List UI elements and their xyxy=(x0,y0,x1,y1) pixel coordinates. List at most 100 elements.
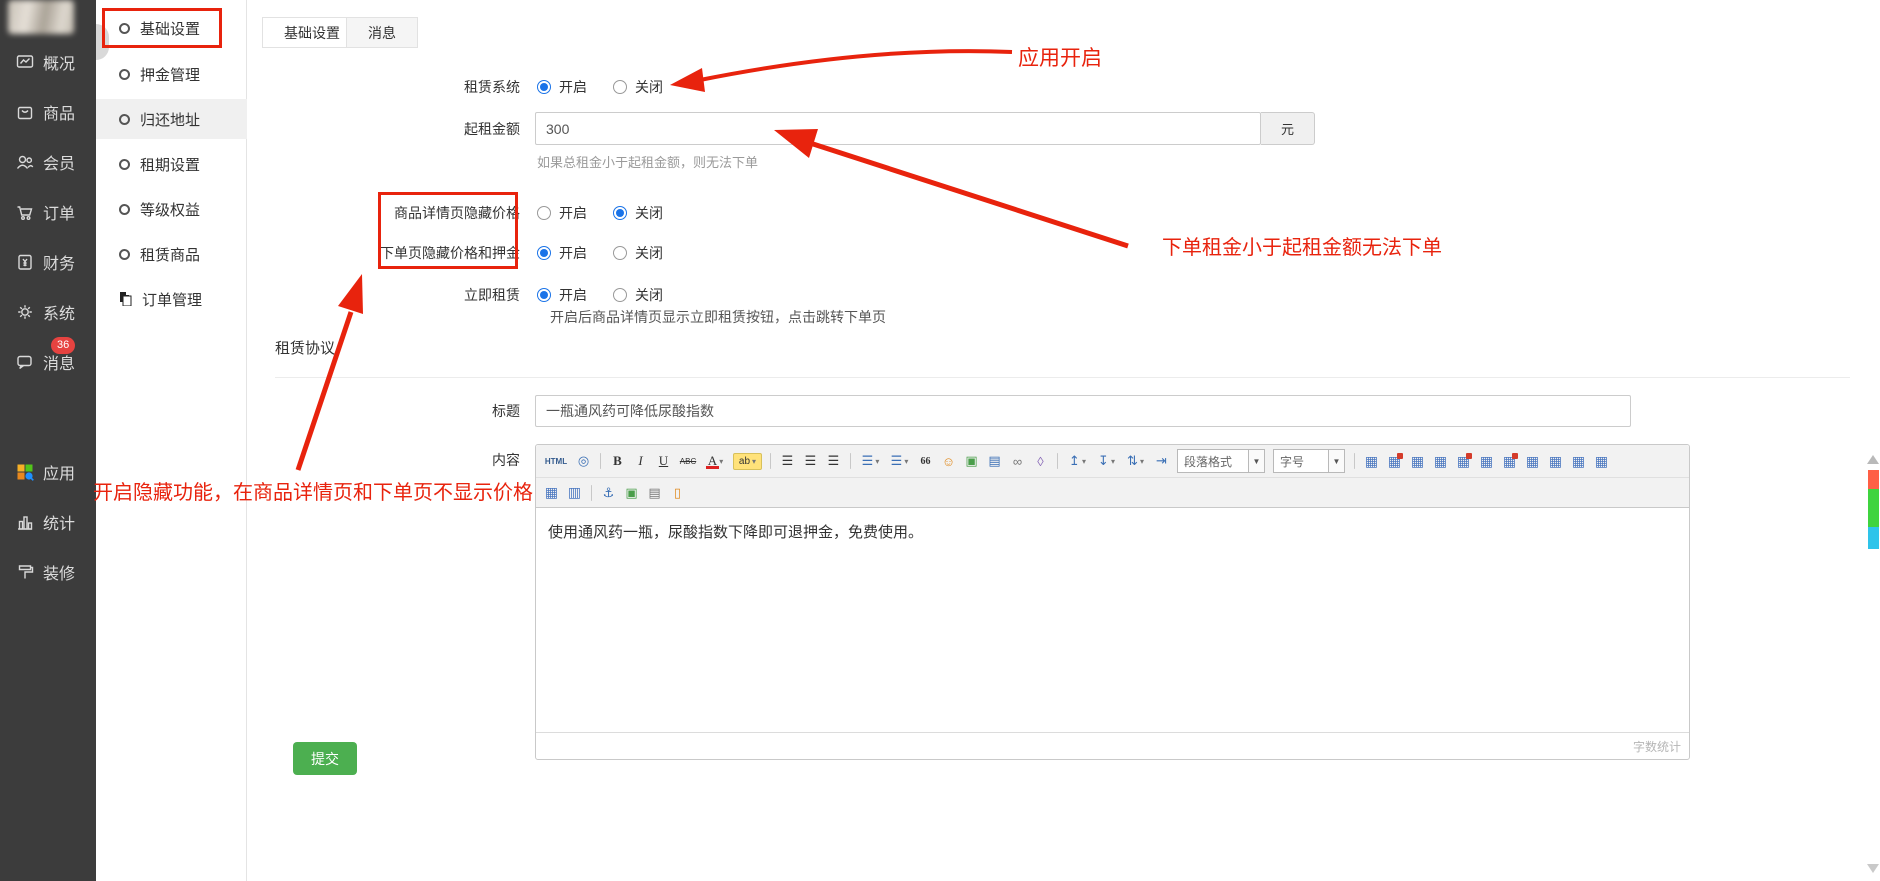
scroll-up-arrow[interactable] xyxy=(1867,455,1879,464)
insert-row-above-icon[interactable]: ▦ xyxy=(1430,451,1451,471)
section-title-agreement: 租赁协议 xyxy=(275,337,335,358)
submenu-item-basic-settings[interactable]: 基础设置 xyxy=(96,8,247,48)
submit-button[interactable]: 提交 xyxy=(293,742,357,775)
agreement-title-input[interactable] xyxy=(535,395,1631,427)
indent-icon[interactable]: ⇥ xyxy=(1151,451,1172,471)
table-props-icon[interactable]: ▦ xyxy=(1407,451,1428,471)
radio-hide-order-on[interactable] xyxy=(537,246,551,260)
delete-table-icon[interactable]: ▦ xyxy=(1384,451,1405,471)
form-row-hide-price-order: 下单页隐藏价格和押金 开启 关闭 xyxy=(0,239,681,267)
radio-instant-on[interactable] xyxy=(537,288,551,302)
annotation-app-enabled: 应用开启 xyxy=(1018,42,1102,72)
separator[interactable] xyxy=(1057,453,1058,469)
submenu-item-label: 租期设置 xyxy=(140,154,200,175)
field-label: 租赁系统 xyxy=(0,77,520,97)
separator[interactable] xyxy=(1354,453,1355,469)
field-label: 起租金额 xyxy=(0,119,520,139)
sidebar-item-statistics[interactable]: 统计 xyxy=(0,502,96,542)
scroll-down-arrow[interactable] xyxy=(1867,864,1879,873)
font-color-icon[interactable]: A xyxy=(702,451,729,471)
form-row-rent-system: 租赁系统 开启 关闭 xyxy=(0,73,681,101)
radio-label[interactable]: 关闭 xyxy=(635,203,663,223)
table-col-icon[interactable]: ▥ xyxy=(564,483,585,503)
preview-icon[interactable]: ◎ xyxy=(573,451,594,471)
sidebar-item-decorate[interactable]: 装修 xyxy=(0,552,96,592)
strikethrough-icon[interactable]: ABC xyxy=(676,451,700,471)
italic-icon[interactable]: I xyxy=(630,451,651,471)
highlight-icon[interactable]: ab xyxy=(733,453,762,470)
editor-toolbar-row1: HTML◎BIUABCAab☰☰☰☰☰66☺▣▤∞◊↥↧⇅⇥ 段落格式 ▼ 字号… xyxy=(536,445,1689,478)
align-center-icon[interactable]: ☰ xyxy=(800,451,821,471)
radio-label[interactable]: 关闭 xyxy=(635,243,663,263)
field-label: 商品详情页隐藏价格 xyxy=(0,203,520,223)
remove-format-icon[interactable]: ◊ xyxy=(1030,451,1051,471)
insert-table-icon[interactable]: ▦ xyxy=(1361,451,1382,471)
emoticon-icon[interactable]: ☺ xyxy=(938,451,959,471)
spacing-bottom-icon[interactable]: ↧ xyxy=(1093,451,1120,471)
editor-content-area[interactable]: 使用通风药一瓶，尿酸指数下降即可退押金，免费使用。 xyxy=(536,508,1689,732)
decorate-icon xyxy=(15,562,35,582)
unordered-list-icon[interactable]: ☰ xyxy=(886,451,913,471)
radio-label[interactable]: 开启 xyxy=(559,243,587,263)
bold-icon[interactable]: B xyxy=(607,451,628,471)
tab-messages[interactable]: 消息 xyxy=(346,17,418,48)
submenu-item-lease-term[interactable]: 租期设置 xyxy=(96,144,247,184)
insert-col-right-icon[interactable]: ▦ xyxy=(1545,451,1566,471)
separator[interactable] xyxy=(600,453,601,469)
radio-label[interactable]: 开启 xyxy=(559,77,587,97)
align-right-icon[interactable]: ☰ xyxy=(823,451,844,471)
insert-col-left-icon[interactable]: ▦ xyxy=(1476,451,1497,471)
submenu-item-label: 基础设置 xyxy=(140,18,200,39)
radio-label[interactable]: 开启 xyxy=(559,285,587,305)
circle-icon xyxy=(119,23,130,34)
radio-instant-off[interactable] xyxy=(613,288,627,302)
form-row-instant-rent: 立即租赁 开启 关闭 xyxy=(0,281,681,309)
paste-icon[interactable]: ▯ xyxy=(667,483,688,503)
insert-row-below-icon[interactable]: ▦ xyxy=(1568,451,1589,471)
radio-hide-order-off[interactable] xyxy=(613,246,627,260)
link-icon[interactable]: ∞ xyxy=(1007,451,1028,471)
spacing-top-icon[interactable]: ↥ xyxy=(1064,451,1091,471)
font-size-select[interactable]: 字号 ▼ xyxy=(1273,449,1345,473)
min-rent-input[interactable] xyxy=(535,112,1261,145)
html-source-icon[interactable]: HTML xyxy=(541,451,571,471)
field-label: 标题 xyxy=(0,401,520,421)
form-row-min-rent: 起租金额 元 xyxy=(0,112,1315,145)
align-left-icon[interactable]: ☰ xyxy=(777,451,798,471)
scrollbar-mark-green[interactable] xyxy=(1868,489,1879,527)
scrollbar-mark-cyan[interactable] xyxy=(1868,527,1879,549)
print-icon[interactable]: ▤ xyxy=(644,483,665,503)
insert-media-icon[interactable]: ▤ xyxy=(984,451,1005,471)
table-alt-icon[interactable]: ▦ xyxy=(541,483,562,503)
annotation-min-rent-note: 下单租金小于起租金额无法下单 xyxy=(1162,231,1442,260)
section-divider xyxy=(275,377,1850,378)
map-image-icon[interactable]: ▣ xyxy=(621,483,642,503)
scrollbar-mark-red[interactable] xyxy=(1868,470,1879,489)
underline-icon[interactable]: U xyxy=(653,451,674,471)
field-label: 下单页隐藏价格和押金 xyxy=(0,243,520,263)
cell-props-icon[interactable]: ▦ xyxy=(1522,451,1543,471)
sidebar-item-members[interactable]: 会员 xyxy=(0,142,96,182)
paragraph-format-select[interactable]: 段落格式 ▼ xyxy=(1177,449,1265,473)
separator[interactable] xyxy=(850,453,851,469)
anchor-icon[interactable]: ⚓ xyxy=(598,483,619,503)
word-count-label[interactable]: 字数统计 xyxy=(1633,738,1681,755)
blockquote-icon[interactable]: 66 xyxy=(915,451,936,471)
radio-label[interactable]: 开启 xyxy=(559,203,587,223)
separator[interactable] xyxy=(770,453,771,469)
radio-rent-system-off[interactable] xyxy=(613,80,627,94)
ordered-list-icon[interactable]: ☰ xyxy=(857,451,884,471)
line-height-icon[interactable]: ⇅ xyxy=(1122,451,1149,471)
radio-label[interactable]: 关闭 xyxy=(635,77,663,97)
insert-image-icon[interactable]: ▣ xyxy=(961,451,982,471)
separator[interactable] xyxy=(591,485,592,501)
radio-hide-detail-off[interactable] xyxy=(613,206,627,220)
radio-label[interactable]: 关闭 xyxy=(635,285,663,305)
split-cell-icon[interactable]: ▦ xyxy=(1499,451,1520,471)
editor-statusbar: 字数统计 xyxy=(536,732,1689,759)
radio-rent-system-on[interactable] xyxy=(537,80,551,94)
merge-cells-icon[interactable]: ▦ xyxy=(1453,451,1474,471)
radio-hide-detail-on[interactable] xyxy=(537,206,551,220)
sidebar-item-messages[interactable]: 消息 xyxy=(0,342,96,382)
table-grid-icon[interactable]: ▦ xyxy=(1591,451,1612,471)
